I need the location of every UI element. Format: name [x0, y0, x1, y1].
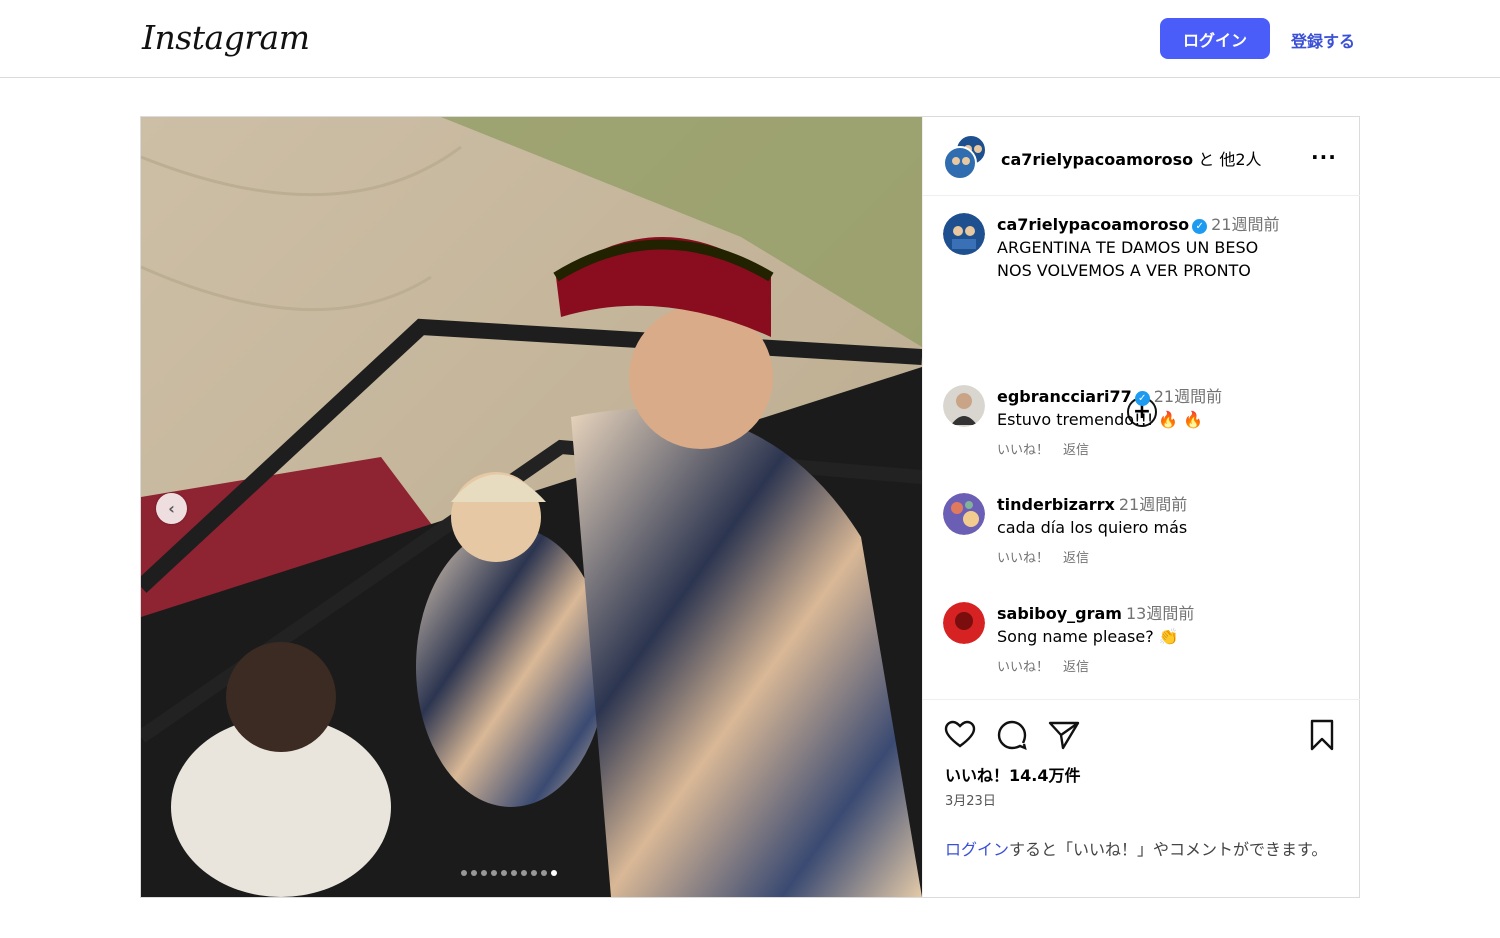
post-side-panel: ca7rielypacoamoroso と 他2人 ··· ca7rielypa… [922, 117, 1360, 897]
bookmark-icon[interactable] [1305, 718, 1339, 752]
comment-username[interactable]: tinderbizarrx [997, 495, 1115, 514]
post-author[interactable]: ca7rielypacoamoroso と 他2人 [1001, 146, 1262, 170]
carousel-dot [481, 870, 487, 876]
comment-like-button[interactable]: いいね！ [997, 443, 1049, 458]
signup-link[interactable]: 登録する [1291, 28, 1355, 52]
carousel-dot [461, 870, 467, 876]
post-photo [141, 117, 922, 897]
comment-reply-button[interactable]: 返信 [1063, 551, 1089, 566]
comment-reply-button[interactable]: 返信 [1063, 660, 1089, 675]
avatar[interactable] [943, 602, 985, 644]
comment-icon[interactable] [995, 718, 1029, 752]
verified-icon: ✓ [1192, 219, 1208, 234]
comment-time[interactable]: 21週間前 [1154, 387, 1222, 406]
carousel-dot [531, 870, 537, 876]
carousel-indicator [461, 870, 557, 876]
login-button[interactable]: ログイン [1160, 18, 1270, 59]
carousel-dot [521, 870, 527, 876]
likes-count[interactable]: いいね！14.4万件 [945, 762, 1080, 786]
carousel-dot [501, 870, 507, 876]
comment-reply-button[interactable]: 返信 [1063, 443, 1089, 458]
author-suffix[interactable]: と 他2人 [1193, 150, 1261, 169]
comment-text: Estuvo tremendo!!! 🔥 🔥 [997, 410, 1204, 429]
top-bar: Instagram ログイン 登録する [0, 0, 1500, 78]
post-footer: いいね！14.4万件 3月23日 ログインすると「いいね！」やコメントができます… [923, 699, 1360, 897]
carousel-dot [551, 870, 557, 876]
avatar[interactable] [943, 213, 985, 255]
comment-time[interactable]: 13週間前 [1126, 604, 1194, 623]
author-username[interactable]: ca7rielypacoamoroso [1001, 150, 1193, 169]
verified-icon: ✓ [1134, 391, 1150, 406]
comment-like-button[interactable]: いいね！ [997, 551, 1049, 566]
more-icon[interactable]: ··· [1311, 145, 1337, 169]
avatar[interactable] [943, 493, 985, 535]
login-prompt-link[interactable]: ログイン [945, 840, 1009, 859]
carousel-dot [511, 870, 517, 876]
comment-time[interactable]: 21週間前 [1119, 495, 1187, 514]
caption-line: NOS VOLVEMOS A VER PRONTO [997, 261, 1251, 280]
comment-text: Song name please? 👏 [997, 627, 1179, 646]
carousel-dot [471, 870, 477, 876]
comment-username[interactable]: sabiboy_gram [997, 604, 1122, 623]
carousel-dot [541, 870, 547, 876]
caption-line: ARGENTINA TE DAMOS UN BESO [997, 238, 1259, 257]
login-prompt-text: すると「いいね！」やコメントができます。 [1009, 840, 1328, 859]
post-header: ca7rielypacoamoroso と 他2人 ··· [923, 117, 1360, 196]
post-media[interactable]: ‹ [141, 117, 922, 897]
post-date[interactable]: 3月23日 [945, 790, 996, 809]
chevron-left-icon[interactable]: ‹ [156, 493, 187, 524]
comment-like-button[interactable]: いいね！ [997, 660, 1049, 675]
avatar [943, 146, 977, 180]
collab-avatars[interactable] [943, 134, 989, 180]
avatar[interactable] [943, 385, 985, 427]
caption-username[interactable]: ca7rielypacoamoroso [997, 215, 1189, 234]
login-prompt: ログインすると「いいね！」やコメントができます。 [945, 838, 1335, 862]
carousel-dot [491, 870, 497, 876]
post-actions [943, 718, 1343, 754]
comment-text: cada día los quiero más [997, 518, 1188, 537]
caption-time[interactable]: 21週間前 [1211, 215, 1279, 234]
share-icon[interactable] [1047, 718, 1081, 752]
heart-icon[interactable] [943, 718, 977, 752]
comment-username[interactable]: egbrancciari77 [997, 387, 1132, 406]
instagram-logo[interactable]: Instagram [142, 18, 310, 57]
post-card: ‹ ca7rielypacoamoroso と 他2人 ··· ca7riely… [140, 116, 1360, 898]
